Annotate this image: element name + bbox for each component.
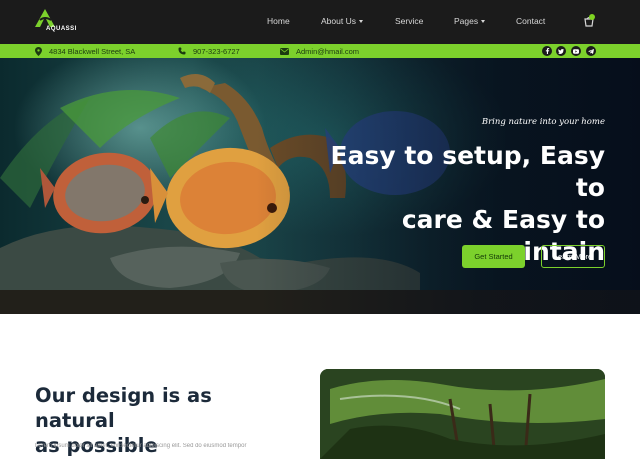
phone-text: 907-323-6727 (193, 46, 240, 56)
section-body-text: Lorem ipsum dolor sit amet, consectetur … (35, 443, 247, 449)
hero-eyebrow: Bring nature into your home (481, 117, 605, 127)
get-started-button[interactable]: Get Started (462, 245, 525, 268)
nav-home[interactable]: Home (267, 16, 290, 26)
nav-pages[interactable]: Pages (454, 16, 486, 26)
phone-icon (178, 47, 186, 55)
section-title-line-1: Our design is as natural (35, 384, 212, 432)
twitter-icon[interactable] (556, 46, 566, 56)
site-header: AQUASSI Home About Us Service Pages Cont… (0, 0, 640, 44)
address-info: 4834 Blackwell Street, SA (35, 44, 135, 58)
learn-more-button[interactable]: Learn More (541, 245, 605, 268)
telegram-icon[interactable] (586, 46, 596, 56)
nav-contact[interactable]: Contact (516, 16, 545, 26)
email-text: Admin@hmail.com (296, 46, 360, 56)
nav-about-us-label: About Us (321, 16, 356, 26)
email-info[interactable]: Admin@hmail.com (280, 44, 359, 58)
address-text: 4834 Blackwell Street, SA (49, 46, 136, 56)
nav-pages-label: Pages (454, 16, 479, 26)
nav-service[interactable]: Service (395, 16, 423, 26)
hero-headline-line-2: care & Easy to (401, 205, 605, 234)
chevron-down-icon (481, 20, 486, 24)
cart-badge (589, 14, 595, 20)
contact-info-bar: 4834 Blackwell Street, SA 907-323-6727 A… (0, 44, 640, 58)
phone-info[interactable]: 907-323-6727 (178, 44, 240, 58)
location-pin-icon (35, 46, 42, 56)
chevron-down-icon (358, 20, 363, 24)
envelope-icon (280, 47, 289, 55)
youtube-icon[interactable] (571, 46, 581, 56)
nav-about-us[interactable]: About Us (321, 16, 363, 26)
facebook-icon[interactable] (542, 46, 552, 56)
brand-name: AQUASSI (46, 26, 77, 32)
hero-headline-line-1: Easy to setup, Easy to (330, 141, 605, 202)
brand-logo[interactable]: AQUASSI (34, 8, 76, 38)
logo-mark-icon (35, 9, 55, 27)
hero-banner: Bring nature into your home Easy to setu… (0, 58, 640, 314)
aquarium-photo (320, 369, 605, 459)
aquarium-plants-image (320, 369, 605, 459)
